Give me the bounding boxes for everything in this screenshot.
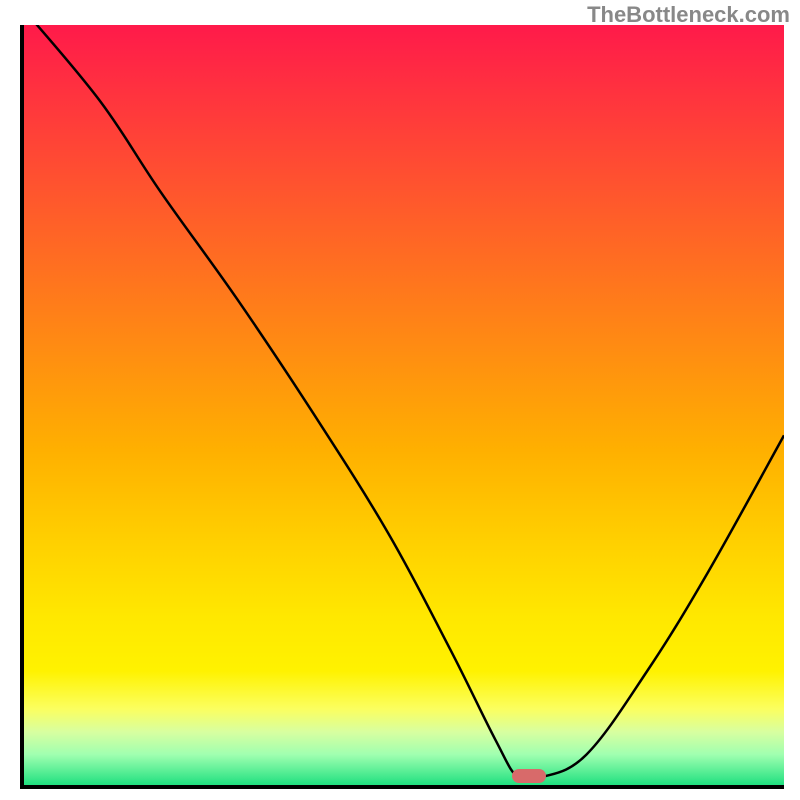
chart-plot-area [20, 25, 784, 789]
chart-container: TheBottleneck.com [0, 0, 800, 800]
chart-curve-line [24, 25, 784, 782]
chart-curve-svg [24, 25, 784, 785]
chart-minimum-marker [512, 769, 546, 783]
watermark-text: TheBottleneck.com [587, 2, 790, 28]
